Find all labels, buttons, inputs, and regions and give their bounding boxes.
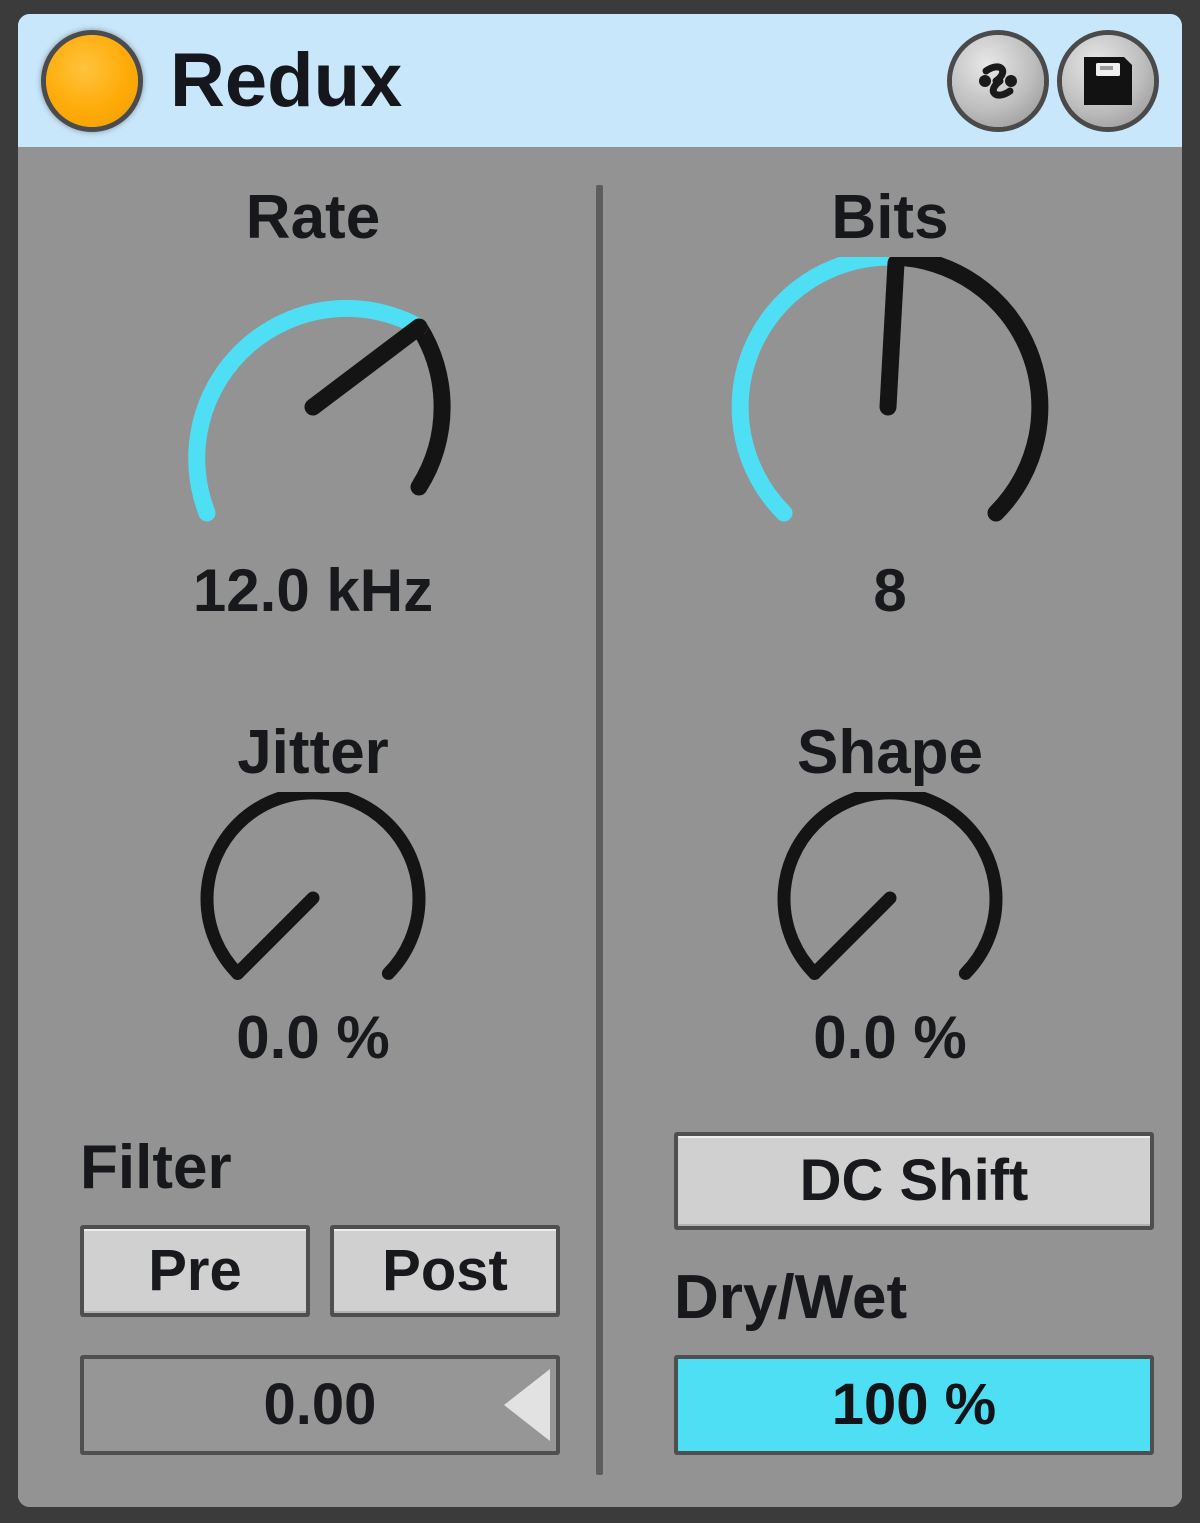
device-title-bar: Redux (18, 14, 1182, 147)
filter-section: Filter (80, 1137, 232, 1199)
bits-label: Bits (831, 183, 949, 252)
filter-label: Filter (80, 1133, 232, 1202)
bits-value[interactable]: 8 (610, 561, 1170, 621)
rate-knob[interactable] (153, 257, 473, 557)
shape-control: Shape 0.0 % (610, 722, 1170, 1068)
jitter-knob[interactable] (197, 792, 429, 1004)
dry-wet-label: Dry/Wet (674, 1263, 908, 1332)
shape-label: Shape (796, 718, 984, 787)
shape-value[interactable]: 0.0 % (610, 1008, 1170, 1068)
dry-wet-value: 100 % (831, 1372, 997, 1437)
dry-wet-section: Dry/Wet (674, 1267, 907, 1329)
rate-control: Rate 12.0 kHz (30, 187, 596, 621)
column-divider (596, 185, 603, 1475)
device-body: Redux Rate 12.0 kHz Jitter 0.0 % Filter … (18, 14, 1182, 1507)
jitter-label: Jitter (237, 718, 389, 787)
device-title: Redux (170, 37, 403, 123)
filter-amount-value: 0.00 (263, 1372, 377, 1437)
device-on-led[interactable] (46, 34, 138, 127)
dc-shift-button[interactable]: DC Shift (674, 1132, 1154, 1230)
save-preset-button[interactable] (1062, 34, 1154, 127)
rate-label: Rate (245, 183, 381, 252)
filter-amount-field[interactable]: 0.00 (80, 1355, 560, 1455)
bits-knob[interactable] (730, 257, 1050, 557)
filter-post-button[interactable]: Post (330, 1225, 560, 1317)
title-bar-buttons (952, 34, 1154, 127)
dry-wet-slider[interactable]: 100 % (674, 1355, 1154, 1455)
hot-swap-button[interactable] (952, 34, 1044, 127)
device-panel: Rate 12.0 kHz Jitter 0.0 % Filter Pre Po… (18, 147, 1182, 1507)
shape-knob[interactable] (774, 792, 1006, 1004)
jitter-value[interactable]: 0.0 % (30, 1008, 596, 1068)
filter-pre-button[interactable]: Pre (80, 1225, 310, 1317)
bits-control: Bits 8 (610, 187, 1170, 621)
rate-value[interactable]: 12.0 kHz (30, 561, 596, 621)
redux-device: Redux Rate 12.0 kHz Jitter 0.0 % Filter … (0, 0, 1200, 1523)
slider-indicator-icon (504, 1369, 550, 1441)
hot-swap-icon (966, 49, 1030, 113)
jitter-control: Jitter 0.0 % (30, 722, 596, 1068)
save-preset-icon (1078, 51, 1138, 111)
